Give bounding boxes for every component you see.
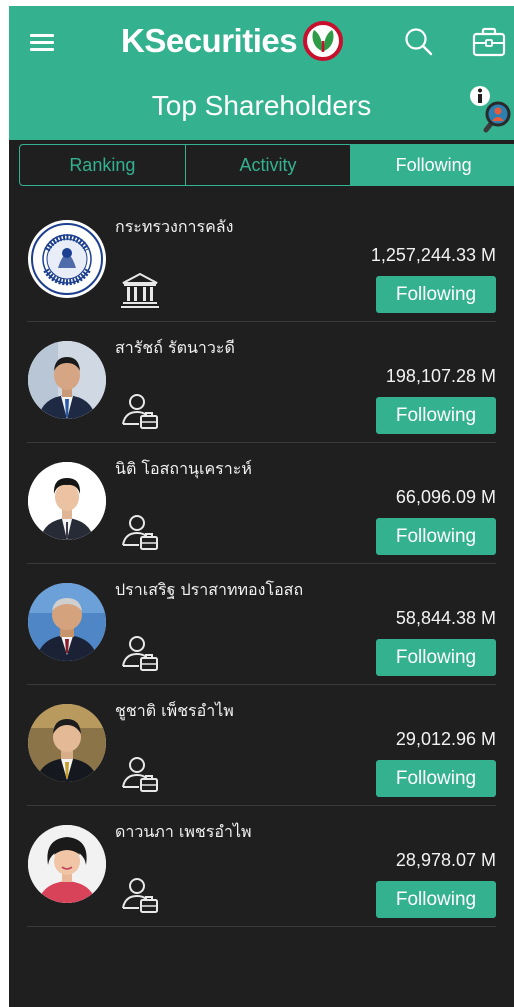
avatar [28, 704, 106, 782]
shareholder-name: ปราเสริฐ ปราสาททองโอสถ [115, 580, 304, 599]
shareholder-name: กระทรวงการคลัง [115, 217, 234, 236]
following-button[interactable]: Following [376, 881, 496, 918]
avatar [28, 462, 106, 540]
person-photo-icon [28, 462, 106, 540]
person-portfolio-icon [122, 878, 158, 913]
list-item: กระทรวงการคลัง 1,257,244.33 M Following [9, 201, 514, 322]
person-portfolio-icon [122, 515, 158, 550]
person-photo-icon [28, 583, 106, 661]
app-screen: KSecurities Top Shareholders Ranking Act… [9, 6, 514, 1007]
shareholder-name: นิติ โอสถานุเคราะห์ [115, 459, 252, 478]
page-title: Top Shareholders [151, 90, 372, 121]
following-button[interactable]: Following [376, 397, 496, 434]
tab-ranking[interactable]: Ranking [20, 145, 186, 185]
divider [27, 926, 496, 927]
briefcase-icon[interactable] [472, 27, 506, 57]
shareholder-name: ดาวนภา เพชรอำไพ [115, 822, 252, 841]
shareholding-amount: 66,096.09 M [395, 487, 496, 507]
avatar [28, 341, 106, 419]
info-search-icon[interactable] [466, 82, 512, 134]
shareholding-amount: 28,978.07 M [395, 850, 496, 870]
shareholder-name: สารัชถ์ รัตนาวะดี [115, 338, 235, 357]
avatar [28, 583, 106, 661]
ministry-seal-icon [29, 221, 105, 297]
following-button[interactable]: Following [376, 276, 496, 313]
following-button[interactable]: Following [376, 760, 496, 797]
person-portfolio-icon [122, 394, 158, 429]
shareholding-amount: 1,257,244.33 M [370, 245, 496, 265]
list-item: ดาวนภา เพชรอำไพ 28,978.07 M Following [9, 806, 514, 927]
app-header: KSecurities Top Shareholders [9, 6, 514, 140]
avatar [28, 825, 106, 903]
tab-bar: Ranking Activity Following [19, 144, 514, 186]
shareholder-list: กระทรวงการคลัง 1,257,244.33 M Following [9, 201, 514, 927]
list-item: ชูชาติ เพ็ชรอำไพ 29,012.96 M Following [9, 685, 514, 806]
shareholding-amount: 198,107.28 M [385, 366, 496, 386]
government-building-icon [121, 272, 159, 308]
tab-following[interactable]: Following [351, 145, 514, 185]
search-icon[interactable] [404, 27, 434, 57]
list-item: นิติ โอสถานุเคราะห์ 66,096.09 M Followin… [9, 443, 514, 564]
shareholding-amount: 58,844.38 M [395, 608, 496, 628]
person-portfolio-icon [122, 757, 158, 792]
logo-text: KSecurities [121, 22, 298, 59]
person-portfolio-icon [122, 636, 158, 671]
shareholding-amount: 29,012.96 M [395, 729, 496, 749]
list-item: ปราเสริฐ ปราสาททองโอสถ 58,844.38 M Follo… [9, 564, 514, 685]
kbank-leaf-icon [303, 21, 344, 61]
shareholder-name: ชูชาติ เพ็ชรอำไพ [115, 701, 234, 720]
tab-activity[interactable]: Activity [186, 145, 352, 185]
person-photo-icon [28, 341, 106, 419]
ksecurities-logo: KSecurities [121, 18, 344, 64]
person-photo-icon [28, 704, 106, 782]
following-button[interactable]: Following [376, 639, 496, 676]
avatar [28, 220, 106, 298]
list-item: สารัชถ์ รัตนาวะดี 198,107.28 M Following [9, 322, 514, 443]
following-button[interactable]: Following [376, 518, 496, 555]
person-photo-icon [28, 825, 106, 903]
menu-icon[interactable] [30, 32, 56, 52]
